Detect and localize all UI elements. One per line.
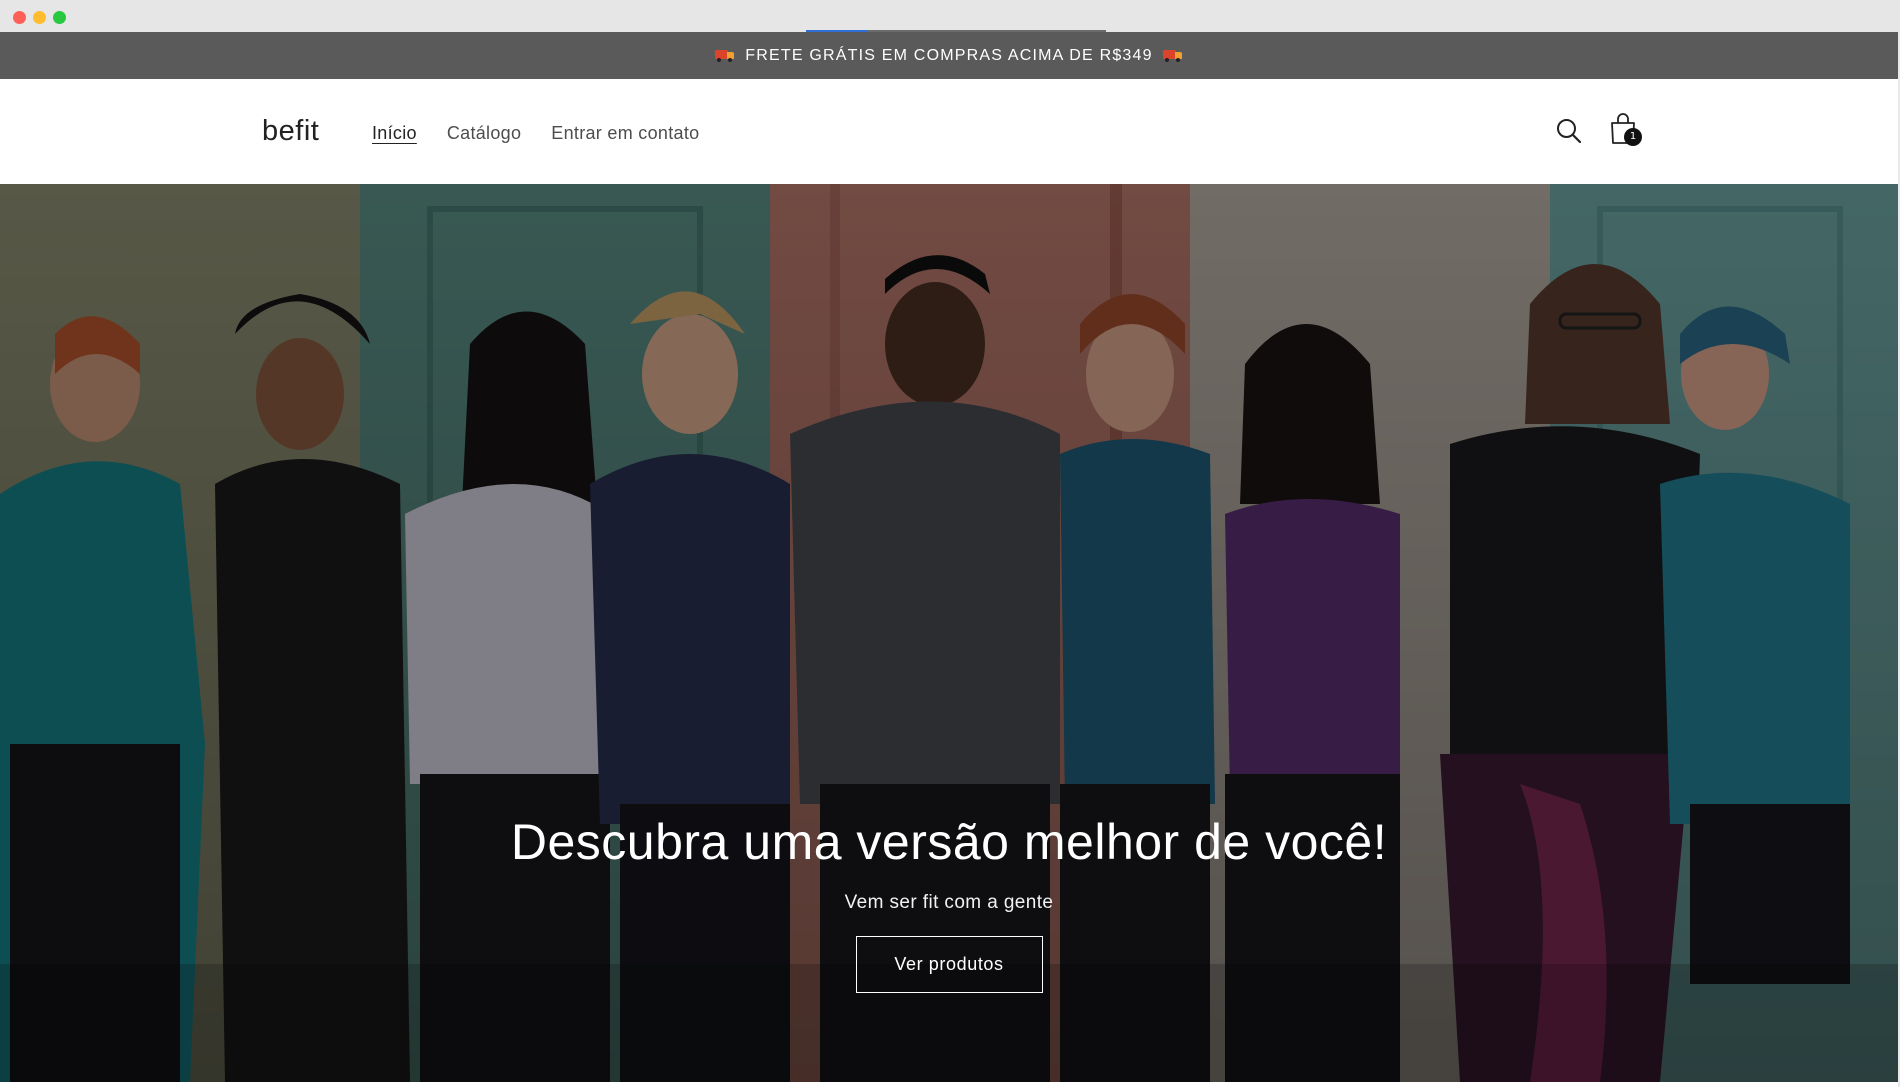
truck-icon — [715, 49, 735, 62]
nav-item-contato[interactable]: Entrar em contato — [551, 123, 699, 144]
hero-content: Descubra uma versão melhor de você! Vem … — [0, 812, 1898, 993]
view-products-button[interactable]: Ver produtos — [855, 936, 1043, 993]
main-nav: Início Catálogo Entrar em contato — [372, 123, 699, 144]
site-header: befit Início Catálogo Entrar em contato … — [0, 79, 1898, 185]
truck-icon — [1162, 49, 1183, 62]
page-bottom-edge — [0, 1082, 1898, 1087]
announcement-text: FRETE GRÁTIS EM COMPRAS ACIMA DE R$349 — [745, 46, 1153, 64]
nav-item-inicio[interactable]: Início — [372, 123, 417, 144]
hero-subtitle: Vem ser fit com a gente — [844, 892, 1054, 913]
cart-count-badge: 1 — [1624, 128, 1642, 146]
close-window-button[interactable] — [13, 11, 26, 24]
page-viewport: FRETE GRÁTIS EM COMPRAS ACIMA DE R$349 b… — [0, 32, 1900, 1087]
announcement-bar: FRETE GRÁTIS EM COMPRAS ACIMA DE R$349 — [0, 32, 1898, 79]
minimize-window-button[interactable] — [33, 11, 46, 24]
browser-chrome — [0, 0, 1900, 32]
maximize-window-button[interactable] — [53, 11, 66, 24]
cart-button[interactable]: 1 — [1608, 112, 1648, 152]
logo[interactable]: befit — [262, 115, 319, 148]
hero-banner: Descubra uma versão melhor de você! Vem … — [0, 184, 1898, 1082]
search-icon[interactable] — [1555, 117, 1583, 145]
nav-item-catalogo[interactable]: Catálogo — [447, 123, 521, 144]
hero-title: Descubra uma versão melhor de você! — [510, 814, 1388, 870]
